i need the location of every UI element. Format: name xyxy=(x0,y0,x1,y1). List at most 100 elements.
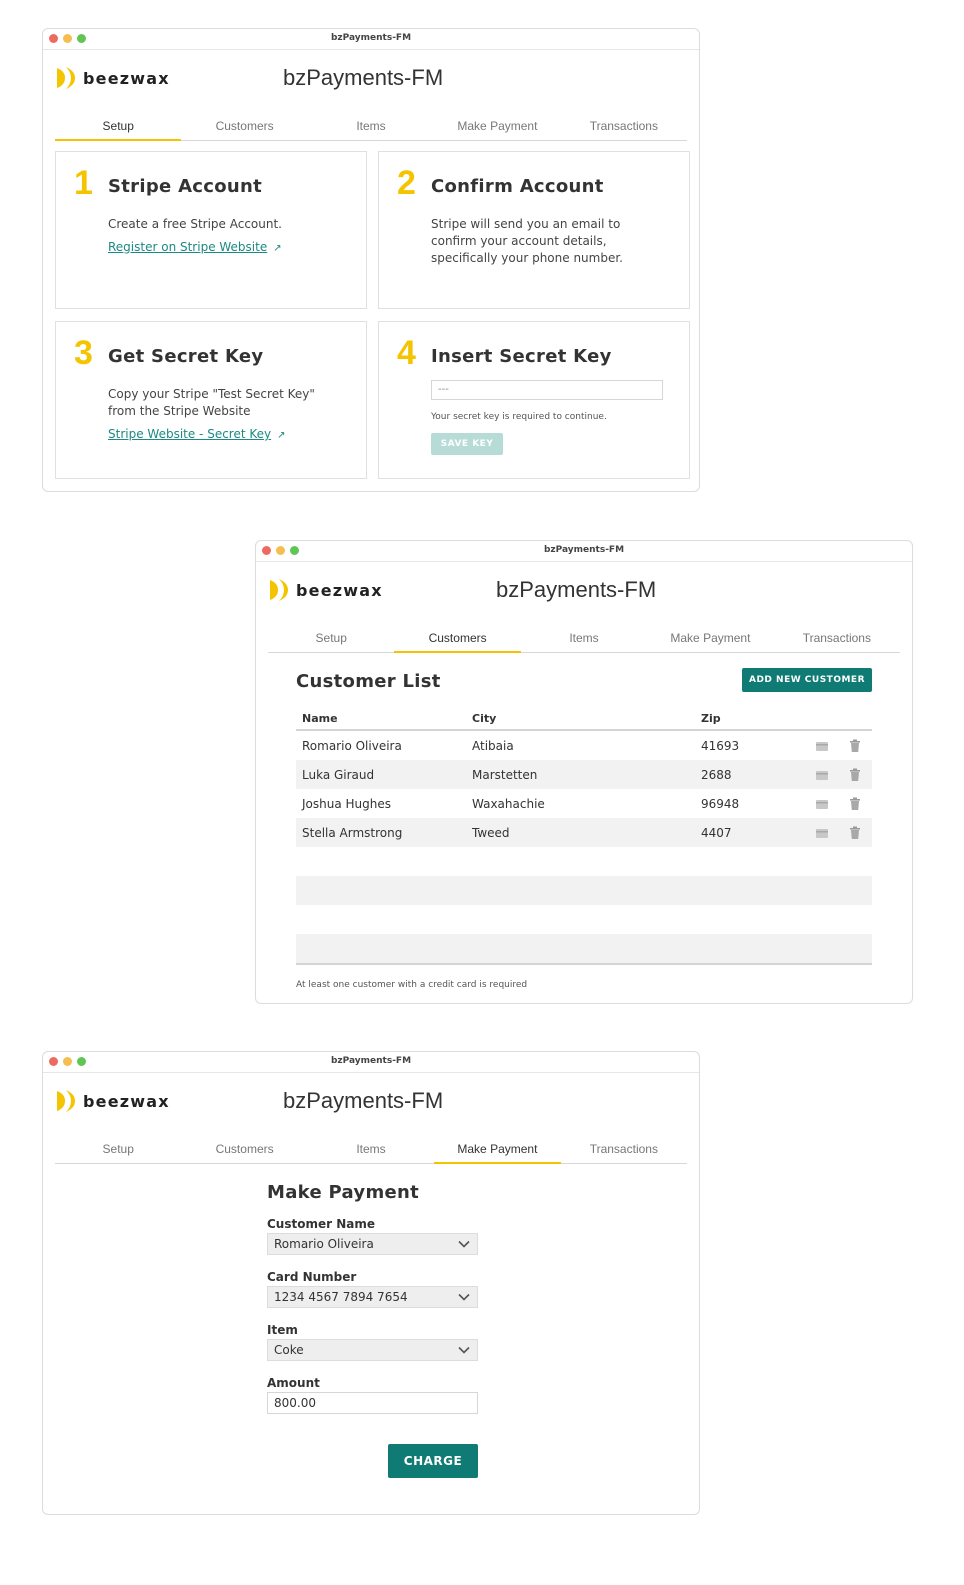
cell-city: Marstetten xyxy=(472,767,538,782)
tab-make-payment[interactable]: Make Payment xyxy=(434,113,560,140)
charge-button[interactable]: CHARGE xyxy=(388,1444,478,1478)
tab-customers[interactable]: Customers xyxy=(181,1136,307,1163)
step-number: 2 xyxy=(397,164,416,202)
tab-customers[interactable]: Customers xyxy=(394,625,521,653)
beezwax-logo: beezwax xyxy=(268,577,383,603)
card-number-label: Card Number xyxy=(267,1270,357,1284)
save-key-button[interactable]: SAVE KEY xyxy=(431,433,503,455)
item-value: Coke xyxy=(274,1343,304,1357)
column-header-city[interactable]: City xyxy=(466,712,695,725)
tab-make-payment[interactable]: Make Payment xyxy=(434,1136,561,1164)
tab-transactions[interactable]: Transactions xyxy=(561,113,687,140)
table-row[interactable]: Joshua Hughes Waxahachie 96948 xyxy=(296,789,872,818)
item-select[interactable]: Coke xyxy=(267,1339,478,1361)
tab-setup[interactable]: Setup xyxy=(55,1136,181,1163)
register-stripe-link[interactable]: Register on Stripe Website xyxy=(108,240,267,254)
app-title: bzPayments-FM xyxy=(283,1088,444,1113)
logo-text: beezwax xyxy=(296,580,383,600)
tab-transactions[interactable]: Transactions xyxy=(561,1136,687,1163)
step-card-get-secret-key: 3 Get Secret Key Copy your Stripe "Test … xyxy=(55,321,367,479)
empty-row xyxy=(296,876,872,905)
tab-make-payment[interactable]: Make Payment xyxy=(647,625,773,652)
tab-setup[interactable]: Setup xyxy=(268,625,394,652)
card-number-value: 1234 4567 7894 7654 xyxy=(274,1290,408,1304)
customer-requirement-note: At least one customer with a credit card… xyxy=(296,980,528,990)
step-title: Stripe Account xyxy=(108,176,263,197)
cell-city: Waxahachie xyxy=(472,796,545,811)
empty-row xyxy=(296,934,872,965)
title-bar: bzPayments-FM xyxy=(256,541,912,562)
tab-customers[interactable]: Customers xyxy=(181,113,307,140)
stripe-secret-key-link[interactable]: Stripe Website - Secret Key xyxy=(108,427,271,441)
empty-row xyxy=(296,905,872,934)
add-new-customer-button[interactable]: ADD NEW CUSTOMER xyxy=(742,668,872,692)
step-card-insert-secret-key: 4 Insert Secret Key --- Your secret key … xyxy=(378,321,690,479)
chevron-down-icon xyxy=(458,1293,470,1301)
cell-name: Romario Oliveira xyxy=(302,738,402,753)
logo-text: beezwax xyxy=(83,1091,170,1111)
step-card-confirm-account: 2 Confirm Account Stripe will send you a… xyxy=(378,151,690,309)
amount-field[interactable]: 800.00 xyxy=(267,1392,478,1414)
step-text: Stripe will send you an email to confirm… xyxy=(431,217,623,265)
customer-table: Name City Zip Romario Oliveira Atibaia 4… xyxy=(296,707,872,965)
table-row[interactable]: Luka Giraud Marstetten 2688 xyxy=(296,760,872,789)
title-bar: bzPayments-FM xyxy=(43,1052,699,1073)
app-title: bzPayments-FM xyxy=(496,577,657,602)
card-icon[interactable] xyxy=(814,825,830,841)
card-icon[interactable] xyxy=(814,738,830,754)
step-title: Confirm Account xyxy=(431,176,604,197)
make-payment-heading: Make Payment xyxy=(267,1182,420,1203)
logo-text: beezwax xyxy=(83,68,170,88)
step-text: Copy your Stripe "Test Secret Key" from … xyxy=(108,387,315,418)
step-title: Insert Secret Key xyxy=(431,346,612,367)
beezwax-logo-icon xyxy=(57,67,75,89)
cell-zip: 96948 xyxy=(701,796,740,811)
cell-name: Joshua Hughes xyxy=(302,796,391,811)
window-title: bzPayments-FM xyxy=(543,545,625,555)
external-link-icon: ↗ xyxy=(277,430,286,441)
tab-items[interactable]: Items xyxy=(308,113,434,140)
tab-items[interactable]: Items xyxy=(308,1136,434,1163)
step-text: Create a free Stripe Account. xyxy=(108,217,282,231)
cell-zip: 4407 xyxy=(701,825,732,840)
window-title: bzPayments-FM xyxy=(330,1056,412,1066)
tab-bar: Setup Customers Items Make Payment Trans… xyxy=(268,625,900,653)
cell-name: Stella Armstrong xyxy=(302,825,403,840)
cell-zip: 41693 xyxy=(701,738,740,753)
step-number: 3 xyxy=(74,334,93,372)
card-icon[interactable] xyxy=(814,796,830,812)
table-header: Name City Zip xyxy=(296,707,872,731)
trash-icon[interactable] xyxy=(847,796,863,812)
table-row[interactable]: Stella Armstrong Tweed 4407 xyxy=(296,818,872,847)
card-icon[interactable] xyxy=(814,767,830,783)
trash-icon[interactable] xyxy=(847,738,863,754)
tab-items[interactable]: Items xyxy=(521,625,647,652)
customer-name-value: Romario Oliveira xyxy=(274,1237,374,1251)
tab-bar: Setup Customers Items Make Payment Trans… xyxy=(55,113,687,141)
beezwax-logo: beezwax xyxy=(55,65,170,91)
cell-zip: 2688 xyxy=(701,767,732,782)
window-title: bzPayments-FM xyxy=(330,33,412,43)
column-header-zip[interactable]: Zip xyxy=(695,712,805,725)
step-number: 1 xyxy=(74,164,93,202)
tab-setup[interactable]: Setup xyxy=(55,113,182,141)
payment-window: bzPayments-FM beezwax bzPayments-FM Setu… xyxy=(42,1051,700,1515)
tab-transactions[interactable]: Transactions xyxy=(774,625,900,652)
table-row[interactable]: Romario Oliveira Atibaia 41693 xyxy=(296,731,872,760)
cell-city: Atibaia xyxy=(472,738,514,753)
title-bar: bzPayments-FM xyxy=(43,29,699,50)
step-number: 4 xyxy=(397,334,416,372)
amount-label: Amount xyxy=(267,1376,320,1390)
card-number-select[interactable]: 1234 4567 7894 7654 xyxy=(267,1286,478,1308)
secret-key-input[interactable]: --- xyxy=(431,380,663,400)
customer-name-select[interactable]: Romario Oliveira xyxy=(267,1233,478,1255)
customer-list-heading: Customer List xyxy=(296,671,441,692)
trash-icon[interactable] xyxy=(847,767,863,783)
customers-window: bzPayments-FM beezwax bzPayments-FM Setu… xyxy=(255,540,913,1004)
cell-city: Tweed xyxy=(472,825,510,840)
chevron-down-icon xyxy=(458,1240,470,1248)
column-header-name[interactable]: Name xyxy=(296,712,466,725)
chevron-down-icon xyxy=(458,1346,470,1354)
step-title: Get Secret Key xyxy=(108,346,264,367)
trash-icon[interactable] xyxy=(847,825,863,841)
